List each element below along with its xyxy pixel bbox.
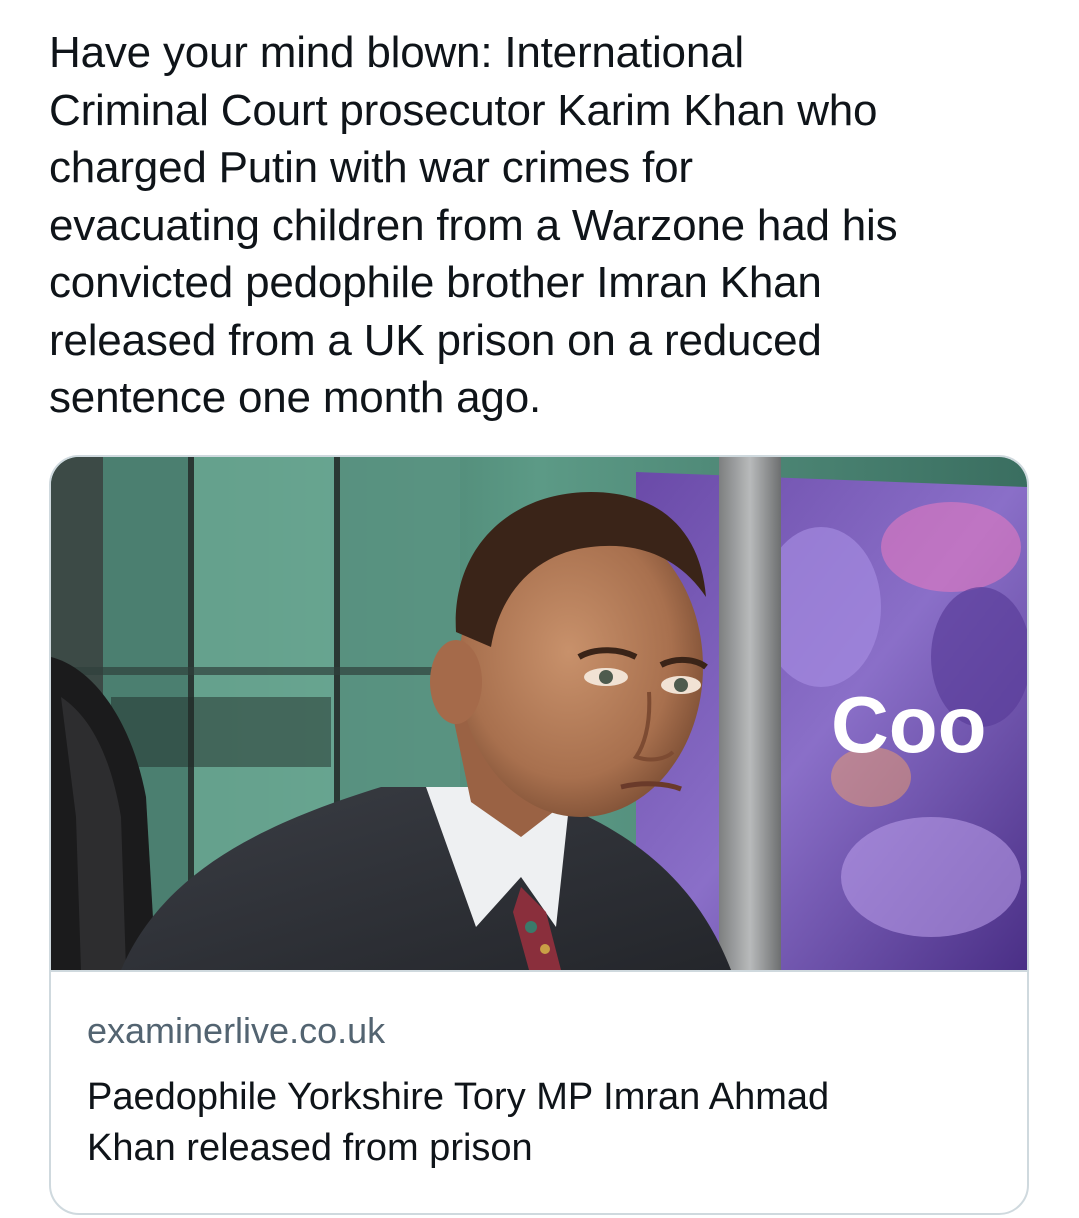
- card-title[interactable]: Paedophile Yorkshire Tory MP Imran Ahmad…: [87, 1072, 987, 1174]
- poster-sign-text: Coo: [831, 680, 987, 769]
- link-preview-card[interactable]: Coo examinerlive.co.uk Paedophile Yorksh…: [49, 455, 1029, 1215]
- tweet-text: Have your mind blown: International Crim…: [49, 28, 898, 422]
- card-domain: examinerlive.co.uk: [87, 1010, 386, 1051]
- news-photo: Coo: [51, 457, 1027, 970]
- card-image[interactable]: Coo: [51, 457, 1027, 972]
